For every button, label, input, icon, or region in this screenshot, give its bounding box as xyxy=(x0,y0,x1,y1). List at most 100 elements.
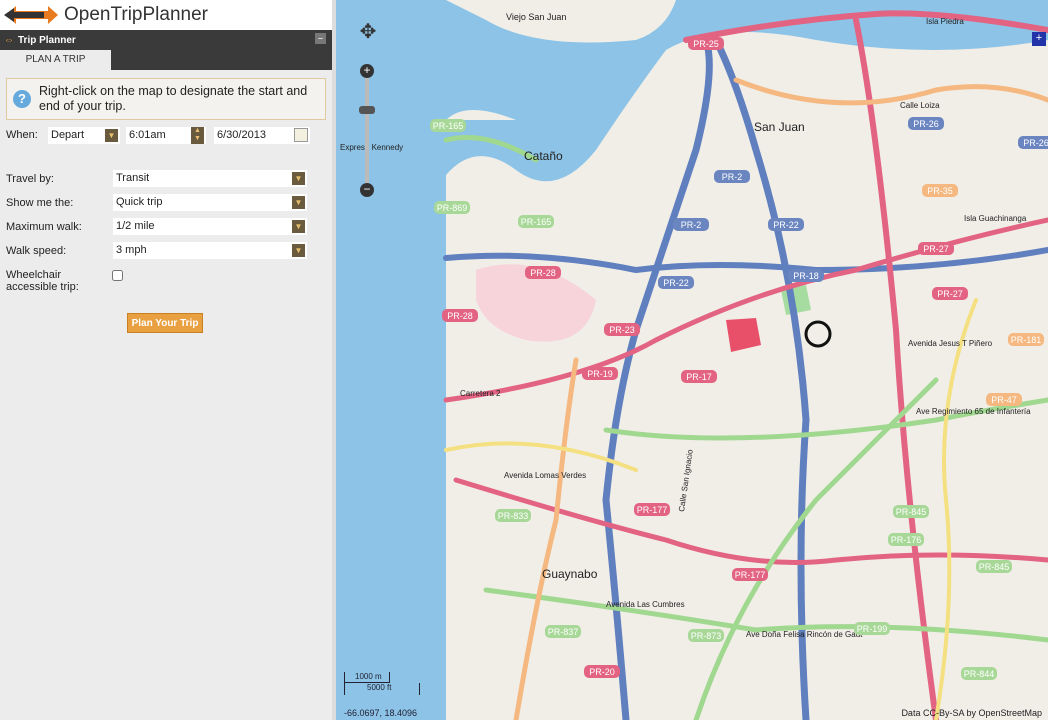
route-shield-label: PR-199 xyxy=(857,624,888,634)
map-label: Expreso Kennedy xyxy=(340,143,403,152)
tab-plan-a-trip[interactable]: PLAN A TRIP xyxy=(0,50,111,70)
route-shield-label: PR-22 xyxy=(773,220,799,230)
route-shield-label: PR-19 xyxy=(587,369,613,379)
route-shield-label: PR-844 xyxy=(964,669,995,679)
time-input[interactable]: 6:01am ▲ ▼ xyxy=(126,127,206,144)
map-label: Avenida Lomas Verdes xyxy=(504,471,586,480)
route-shield-label: PR-165 xyxy=(521,217,552,227)
app-title: OpenTripPlanner xyxy=(64,4,208,25)
map-view[interactable]: Viejo San Juan San Juan Cataño Guaynabo … xyxy=(336,0,1048,720)
route-shield-label: PR-26 xyxy=(913,119,939,129)
scale-feet: 5000 ft xyxy=(344,683,420,695)
minimize-button[interactable]: – xyxy=(315,33,326,44)
otp-logo-icon xyxy=(4,6,58,24)
zoom-slider[interactable] xyxy=(365,78,369,184)
wheelchair-checkbox[interactable] xyxy=(112,270,123,281)
map-label: Isla Piedra xyxy=(926,17,964,26)
walk-speed-label: Walk speed: xyxy=(6,245,67,257)
route-shield-label: PR-23 xyxy=(609,325,635,335)
arrows-icon: ⇔ xyxy=(4,34,14,46)
route-shield-label: PR-22 xyxy=(663,278,689,288)
route-shield-label: PR-176 xyxy=(891,535,922,545)
optimize-select[interactable]: Quick trip ▼ xyxy=(113,194,307,211)
plan-your-trip-button[interactable]: Plan Your Trip xyxy=(127,313,203,333)
pan-control[interactable]: ✥ xyxy=(344,10,392,54)
map-label: Viejo San Juan xyxy=(506,12,566,22)
chevron-down-icon: ▼ xyxy=(105,129,118,142)
depart-value: Depart xyxy=(51,129,85,141)
route-shield-label: PR-20 xyxy=(589,667,615,677)
chevron-down-icon: ▼ xyxy=(292,220,305,233)
route-shield-label: PR-2 xyxy=(681,220,702,230)
map-label: Ave Regimiento 65 de Infantería xyxy=(916,407,1031,416)
chevron-down-icon: ▼ xyxy=(292,172,305,185)
depart-select[interactable]: Depart ▼ xyxy=(48,127,120,144)
route-shield-label: PR-845 xyxy=(979,562,1010,572)
panel-title: Trip Planner xyxy=(18,34,76,46)
chevron-down-icon: ▼ xyxy=(292,196,305,209)
route-shield-label: PR-35 xyxy=(927,186,953,196)
route-shield-label: PR-26 xyxy=(1023,138,1048,148)
time-value: 6:01am xyxy=(129,129,166,141)
map-label: San Juan xyxy=(754,120,805,134)
route-shield-label: PR-177 xyxy=(637,505,668,515)
route-shield-label: PR-28 xyxy=(530,268,556,278)
map-label: Avenida Jesus T Piñero xyxy=(908,339,993,348)
map-tiles[interactable]: Viejo San Juan San Juan Cataño Guaynabo … xyxy=(336,0,1048,720)
calendar-icon[interactable] xyxy=(294,128,308,142)
map-label: Calle Loiza xyxy=(900,101,940,110)
app-logo: OpenTripPlanner xyxy=(0,0,332,30)
travel-by-label: Travel by: xyxy=(6,173,54,185)
zoom-slider-handle[interactable] xyxy=(359,106,375,114)
show-me-label: Show me the: xyxy=(6,197,74,209)
map-label: Carretera 2 xyxy=(460,389,501,398)
zoom-out-button[interactable]: − xyxy=(360,183,374,197)
map-label: Avenida Las Cumbres xyxy=(606,600,685,609)
date-value: 6/30/2013 xyxy=(217,129,266,141)
route-shield-label: PR-25 xyxy=(693,39,719,49)
time-spinner-icon[interactable]: ▲ ▼ xyxy=(191,127,204,144)
when-label: When: xyxy=(6,129,38,141)
walk-speed-select[interactable]: 3 mph ▼ xyxy=(113,242,307,259)
route-shield-label: PR-181 xyxy=(1011,335,1042,345)
map-label: Ave Doña Felisa Rincón de Gaut xyxy=(746,630,863,639)
route-shield-label: PR-837 xyxy=(548,627,579,637)
route-shield-label: PR-177 xyxy=(735,570,766,580)
route-shield-label: PR-2 xyxy=(722,172,743,182)
map-label-calle-san-ignacio: Calle San Ignacio xyxy=(677,448,695,512)
help-icon: ? xyxy=(13,90,31,108)
scale-bar: 1000 m 5000 ft xyxy=(344,672,424,698)
route-shield-label: PR-845 xyxy=(896,507,927,517)
route-shield-label: PR-47 xyxy=(991,395,1017,405)
map-cursor-icon xyxy=(804,320,832,348)
layer-switcher-button[interactable]: + xyxy=(1032,32,1046,46)
info-text: Right-click on the map to designate the … xyxy=(39,84,308,113)
mouse-coordinates: -66.0697, 18.4096 xyxy=(344,708,418,718)
map-label: Guaynabo xyxy=(542,567,598,581)
route-shield-label: PR-18 xyxy=(793,271,819,281)
max-walk-select[interactable]: 1/2 mile ▼ xyxy=(113,218,307,235)
max-walk-label: Maximum walk: xyxy=(6,221,82,233)
panel-header: ⇔ Trip Planner – xyxy=(0,30,332,50)
map-attribution: Data CC-By-SA by OpenStreetMap xyxy=(901,708,1042,718)
route-shield-label: PR-17 xyxy=(686,372,712,382)
travel-by-select[interactable]: Transit ▼ xyxy=(113,170,307,187)
route-shield-label: PR-869 xyxy=(437,203,468,213)
route-shield-label: PR-28 xyxy=(447,311,473,321)
optimize-value: Quick trip xyxy=(116,196,163,208)
route-shield-label: PR-873 xyxy=(691,631,722,641)
map-label: Cataño xyxy=(524,149,563,163)
map-label: Isla Guachinanga xyxy=(964,214,1027,223)
trip-planner-sidebar: OpenTripPlanner ⇔ Trip Planner – PLAN A … xyxy=(0,0,332,720)
route-shield-label: PR-165 xyxy=(433,121,464,131)
route-shield-label: PR-27 xyxy=(923,244,949,254)
max-walk-value: 1/2 mile xyxy=(116,220,155,232)
travel-by-value: Transit xyxy=(116,172,150,184)
date-input[interactable]: 6/30/2013 xyxy=(214,127,310,144)
scale-meters: 1000 m xyxy=(344,672,390,683)
wheelchair-label: Wheelchair accessible trip: xyxy=(6,269,79,293)
zoom-in-button[interactable]: + xyxy=(360,64,374,78)
route-shield-label: PR-27 xyxy=(937,289,963,299)
chevron-down-icon: ▼ xyxy=(292,244,305,257)
route-shield-label: PR-833 xyxy=(498,511,529,521)
